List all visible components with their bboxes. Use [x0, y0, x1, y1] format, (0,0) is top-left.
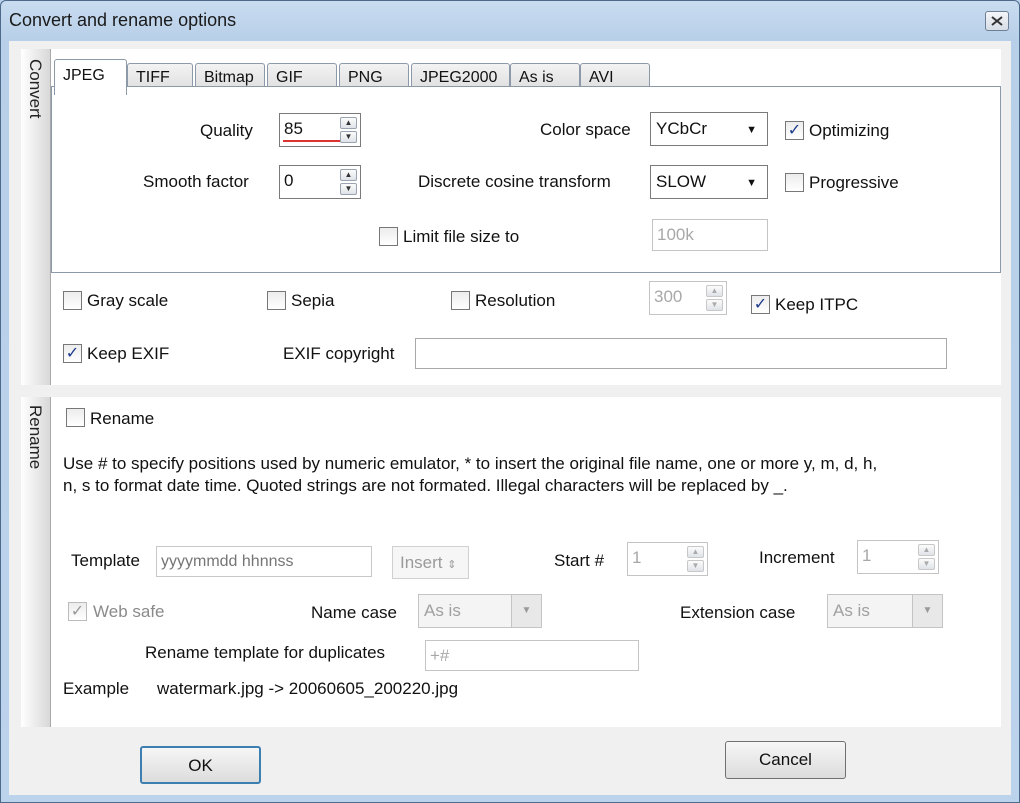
increment-spin-buttons[interactable]: ▲ ▼	[918, 544, 935, 570]
rename-section-label: Rename	[26, 405, 45, 470]
sepia-checkbox[interactable]	[267, 291, 286, 310]
convert-section-label: Convert	[26, 59, 45, 119]
start-label: Start #	[554, 551, 605, 570]
spellcheck-underline	[283, 140, 347, 142]
limit-file-size-value: 100k	[657, 225, 694, 244]
smooth-spin-buttons[interactable]: ▲ ▼	[340, 169, 357, 195]
quality-label: Quality	[200, 121, 253, 140]
up-arrow-icon[interactable]: ▲	[706, 285, 723, 297]
color-space-label: Color space	[540, 120, 631, 139]
duplicates-value: +#	[430, 646, 450, 665]
name-case-select[interactable]: As is ▼	[418, 594, 542, 628]
rename-panel: Rename Rename Use # to specify positions…	[21, 397, 1001, 727]
extension-case-value: As is	[833, 601, 870, 620]
template-label: Template	[71, 551, 140, 570]
sepia-label: Sepia	[291, 291, 335, 310]
start-value: 1	[632, 548, 642, 567]
resolution-label: Resolution	[475, 291, 556, 310]
gray-scale-label: Gray scale	[87, 291, 169, 310]
down-arrow-icon[interactable]: ▼	[340, 183, 357, 195]
convert-side-strip: Convert	[21, 49, 51, 385]
up-arrow-icon[interactable]: ▲	[340, 169, 357, 181]
extension-case-label: Extension case	[680, 603, 796, 622]
smooth-factor-value: 0	[284, 171, 294, 190]
optimizing-checkbox[interactable]: ✓	[785, 121, 804, 140]
close-button[interactable]	[985, 11, 1009, 31]
resolution-spin-buttons[interactable]: ▲ ▼	[706, 285, 723, 311]
color-space-value: YCbCr	[656, 119, 708, 138]
increment-value: 1	[862, 546, 872, 565]
progressive-checkbox[interactable]	[785, 173, 804, 192]
progressive-label: Progressive	[809, 173, 899, 192]
start-spin-buttons[interactable]: ▲ ▼	[687, 546, 704, 572]
exif-copyright-label: EXIF copyright	[283, 344, 395, 363]
limit-file-size-label: Limit file size to	[403, 227, 520, 246]
insert-label: Insert	[400, 553, 443, 572]
tab-jpeg[interactable]: JPEG	[54, 59, 127, 95]
gray-scale-checkbox[interactable]	[63, 291, 82, 310]
name-case-value: As is	[424, 601, 461, 620]
rename-side-strip: Rename	[21, 397, 51, 727]
increment-label: Increment	[759, 548, 835, 567]
extension-case-select[interactable]: As is ▼	[827, 594, 943, 628]
down-arrow-icon[interactable]: ▼	[918, 558, 935, 570]
down-arrow-icon[interactable]: ▼	[706, 299, 723, 311]
exif-copyright-input[interactable]	[415, 338, 947, 369]
resolution-spinner[interactable]: 300 ▲ ▼	[649, 281, 727, 315]
resolution-value: 300	[654, 287, 683, 306]
cancel-button[interactable]: Cancel	[725, 741, 846, 779]
keep-exif-label: Keep EXIF	[87, 344, 170, 363]
smooth-factor-spinner[interactable]: 0 ▲ ▼	[279, 165, 361, 199]
dropdown-arrow-icon: ▼	[746, 124, 757, 136]
quality-value: 85	[284, 119, 303, 138]
up-arrow-icon[interactable]: ▲	[340, 117, 357, 129]
quality-spin-buttons[interactable]: ▲ ▼	[340, 117, 357, 143]
rename-checkbox[interactable]	[66, 408, 85, 427]
web-safe-checkbox[interactable]: ✓	[68, 602, 87, 621]
keep-exif-checkbox[interactable]: ✓	[63, 344, 82, 363]
keep-itpc-checkbox[interactable]: ✓	[751, 295, 770, 314]
convert-panel: Convert JPEG TIFF Bitmap GIF PNG JPEG200…	[21, 49, 1001, 385]
keep-itpc-label: Keep ITPC	[775, 295, 859, 314]
dropdown-arrow-icon: ▼	[511, 595, 541, 627]
rename-label: Rename	[90, 409, 155, 428]
limit-file-size-checkbox[interactable]	[379, 227, 398, 246]
up-arrow-icon[interactable]: ▲	[918, 544, 935, 556]
color-space-select[interactable]: YCbCr ▼	[650, 112, 768, 146]
dropdown-arrow-icon: ▼	[746, 177, 757, 189]
resolution-checkbox[interactable]	[451, 291, 470, 310]
close-icon	[991, 16, 1003, 26]
optimizing-label: Optimizing	[809, 121, 890, 140]
increment-spinner[interactable]: 1 ▲ ▼	[857, 540, 939, 574]
dct-value: SLOW	[656, 172, 707, 191]
smooth-factor-label: Smooth factor	[143, 172, 249, 191]
dialog-client: Convert JPEG TIFF Bitmap GIF PNG JPEG200…	[9, 41, 1011, 795]
dropdown-arrow-icon: ▼	[912, 595, 942, 627]
example-value: watermark.jpg -> 20060605_200220.jpg	[157, 679, 459, 698]
template-input[interactable]	[156, 546, 372, 577]
name-case-label: Name case	[311, 603, 397, 622]
ok-button[interactable]: OK	[140, 746, 261, 784]
rename-description: Use # to specify positions used by numer…	[63, 454, 878, 495]
limit-file-size-input[interactable]: 100k	[652, 219, 768, 251]
down-arrow-icon[interactable]: ▼	[687, 560, 704, 572]
window-title: Convert and rename options	[9, 10, 237, 30]
up-arrow-icon[interactable]: ▲	[687, 546, 704, 558]
duplicates-input[interactable]: +#	[425, 640, 639, 671]
web-safe-label: Web safe	[93, 602, 165, 621]
example-label: Example	[63, 679, 130, 698]
quality-spinner[interactable]: 85 ▲ ▼	[279, 113, 361, 147]
insert-button[interactable]: Insert ⇕	[392, 546, 469, 579]
sort-arrows-icon: ⇕	[447, 559, 457, 571]
duplicates-label: Rename template for duplicates	[145, 643, 386, 662]
start-spinner[interactable]: 1 ▲ ▼	[627, 542, 708, 576]
dct-select[interactable]: SLOW ▼	[650, 165, 768, 199]
jpeg-tab-content: Quality 85 ▲ ▼ Smooth factor 0 ▲ ▼ Color s…	[51, 86, 1001, 273]
down-arrow-icon[interactable]: ▼	[340, 131, 357, 143]
dialog-window: Convert and rename options Convert JPEG …	[0, 0, 1020, 803]
dct-label: Discrete cosine transform	[418, 172, 611, 191]
